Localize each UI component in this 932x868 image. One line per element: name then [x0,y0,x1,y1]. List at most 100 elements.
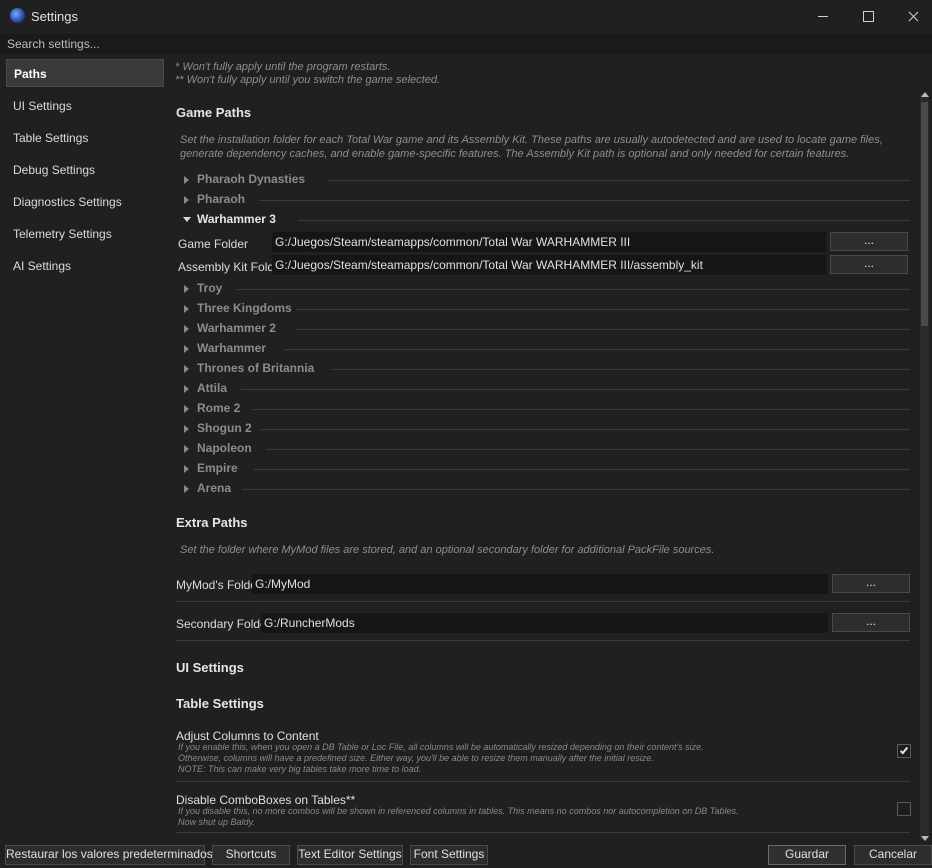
game-group-label: Warhammer [197,341,266,355]
game-group-napoleon[interactable]: Napoleon [184,439,910,459]
secondary-folder-label: Secondary Folder [176,617,271,631]
sidebar-item-paths[interactable]: Paths [6,59,164,87]
sidebar-item-ai-settings[interactable]: AI Settings [6,252,164,280]
adjust-columns-checkbox[interactable] [897,744,911,758]
divider [176,601,910,602]
game-group-label: Napoleon [197,441,252,455]
collapsed-arrow-icon [184,365,189,373]
sidebar-item-telemetry-settings[interactable]: Telemetry Settings [6,220,164,248]
collapsed-arrow-icon [184,385,189,393]
scroll-up-arrow-icon[interactable] [921,92,929,97]
collapsed-arrow-icon [184,405,189,413]
collapsed-arrow-icon [184,345,189,353]
divider [242,489,910,490]
extra-paths-heading: Extra Paths [176,515,248,530]
game-folder-browse-button[interactable]: ... [830,232,908,251]
game-group-label: Warhammer 3 [197,212,276,226]
adjust-columns-desc-3: NOTE: This can make very big tables take… [178,764,422,774]
game-group-empire[interactable]: Empire [184,459,910,479]
secondary-folder-browse-button[interactable]: ... [832,613,910,632]
game-group-label: Thrones of Britannia [197,361,315,375]
collapsed-arrow-icon [184,485,189,493]
divider [261,429,910,430]
game-group-warhammer-2[interactable]: Warhammer 2 [184,319,910,339]
adjust-columns-title: Adjust Columns to Content [176,729,319,743]
divider [284,349,910,350]
game-group-warhammer[interactable]: Warhammer [184,339,910,359]
game-group-three-kingdoms[interactable]: Three Kingdoms [184,299,910,319]
font-settings-button[interactable]: Font Settings [410,845,488,865]
divider [259,200,910,201]
ui-settings-heading: UI Settings [176,660,244,675]
cancel-button[interactable]: Cancelar [854,845,932,865]
game-group-pharaoh-dynasties[interactable]: Pharaoh Dynasties [184,170,910,190]
game-group-label: Pharaoh [197,192,246,206]
mymod-folder-input[interactable] [252,574,828,594]
game-group-rome-2[interactable]: Rome 2 [184,399,910,419]
game-paths-description-1: Set the installation folder for each Tot… [180,134,883,146]
dialog-footer: Restaurar los valores predeterminados Sh… [0,841,932,868]
game-group-label: Rome 2 [197,401,241,415]
maximize-icon[interactable] [845,0,891,33]
expanded-arrow-icon [183,217,191,222]
game-group-thrones-of-britannia[interactable]: Thrones of Britannia [184,359,910,379]
game-paths-description-2: generate dependency caches, and enable g… [180,148,850,160]
collapsed-arrow-icon [184,425,189,433]
game-group-label: Pharaoh Dynasties [197,172,306,186]
adjust-columns-desc-1: If you enable this, when you open a DB T… [178,742,704,752]
divider [241,389,910,390]
secondary-folder-input[interactable] [261,613,828,633]
extra-paths-description: Set the folder where MyMod files are sto… [180,544,715,556]
search-settings-input[interactable] [0,34,932,54]
divider [236,289,910,290]
assembly-kit-browse-button[interactable]: ... [830,255,908,274]
scroll-thumb[interactable] [921,102,928,326]
collapsed-arrow-icon [184,445,189,453]
game-group-pharaoh[interactable]: Pharaoh [184,190,910,210]
mymod-folder-browse-button[interactable]: ... [832,574,910,593]
game-paths-heading: Game Paths [176,105,252,120]
game-group-arena[interactable]: Arena [184,479,910,499]
divider [254,469,910,470]
title-bar: Settings [0,0,932,33]
adjust-columns-desc-2: Otherwise, columns will have a predefine… [178,753,654,763]
content-scrollbar[interactable] [920,92,929,841]
settings-sidebar: Paths UI Settings Table Settings Debug S… [0,56,168,841]
text-editor-settings-button[interactable]: Text Editor Settings [297,845,403,865]
save-button[interactable]: Guardar [768,845,846,865]
sidebar-item-diagnostics-settings[interactable]: Diagnostics Settings [6,188,164,216]
table-settings-heading: Table Settings [176,696,264,711]
divider [176,832,910,833]
close-icon[interactable] [890,0,932,33]
game-group-label: Empire [197,461,238,475]
sidebar-item-ui-settings[interactable]: UI Settings [6,92,164,120]
shortcuts-button[interactable]: Shortcuts [212,845,290,865]
divider [252,409,910,410]
game-group-troy[interactable]: Troy [184,279,910,299]
game-folder-label: Game Folder [178,237,249,251]
divider [297,329,910,330]
switch-game-note: ** Won't fully apply until you switch th… [175,74,441,86]
assembly-kit-folder-label: Assembly Kit Folder [178,260,285,274]
restore-defaults-button[interactable]: Restaurar los valores predeterminados [5,845,213,865]
mymod-folder-label: MyMod's Folder [176,578,261,592]
disable-comboboxes-desc-2: Now shut up Baldy. [178,817,255,827]
game-group-label: Troy [197,281,223,295]
collapsed-arrow-icon [184,465,189,473]
game-group-shogun-2[interactable]: Shogun 2 [184,419,910,439]
collapsed-arrow-icon [184,305,189,313]
game-folder-input[interactable] [272,232,826,252]
sidebar-item-debug-settings[interactable]: Debug Settings [6,156,164,184]
disable-comboboxes-checkbox[interactable] [897,802,911,816]
disable-comboboxes-desc-1: If you disable this, no more combos will… [178,806,739,816]
sidebar-item-table-settings[interactable]: Table Settings [6,124,164,152]
game-group-warhammer-3[interactable]: Warhammer 3 [183,210,910,230]
divider [296,309,910,310]
divider [176,640,910,641]
game-group-attila[interactable]: Attila [184,379,910,399]
collapsed-arrow-icon [184,325,189,333]
collapsed-arrow-icon [184,176,189,184]
assembly-kit-folder-input[interactable] [272,255,826,275]
game-group-label: Warhammer 2 [197,321,276,335]
minimize-icon[interactable] [800,0,846,33]
